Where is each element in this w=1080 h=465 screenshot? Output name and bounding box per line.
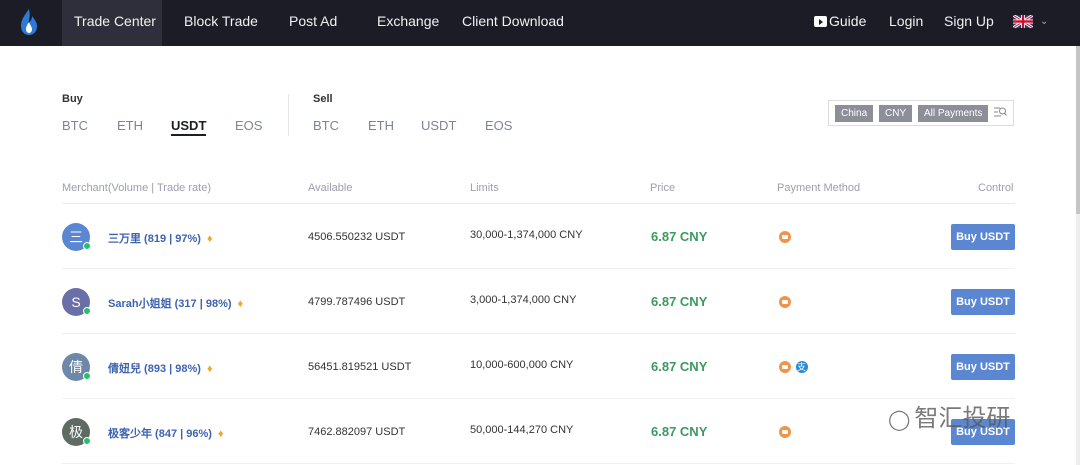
sell-label: Sell	[313, 93, 333, 105]
sell-tab-usdt[interactable]: USDT	[421, 118, 456, 133]
payment-filter-chip[interactable]: All Payments	[918, 105, 989, 122]
header-merchant: Merchant(Volume | Trade rate)	[62, 182, 211, 194]
buy-tab-usdt[interactable]: USDT	[171, 118, 207, 136]
header-control: Control	[978, 182, 1014, 194]
price: 6.87 CNY	[651, 294, 708, 309]
trade-limits: 50,000-144,270 CNY	[470, 424, 574, 436]
watermark-text: 智汇投研	[914, 405, 1011, 432]
merchant-name-text: 倩妞兒 (893 | 98%)	[108, 363, 201, 375]
country-filter-chip[interactable]: China	[835, 105, 874, 122]
nav-post-ad[interactable]: Post Ad	[277, 0, 349, 46]
alipay-icon	[796, 361, 808, 373]
online-status-dot	[83, 372, 91, 380]
diamond-badge-icon: ♦	[206, 363, 213, 375]
nav-trade-center[interactable]: Trade Center	[62, 0, 162, 46]
available-amount: 56451.819521 USDT	[308, 361, 412, 373]
header-price: Price	[650, 182, 676, 194]
header-available: Available	[308, 182, 353, 194]
bank-card-icon	[779, 296, 791, 308]
buy-label: Buy	[62, 93, 83, 105]
merchant-name[interactable]: 极客少年 (847 | 96%) ♦	[108, 425, 224, 441]
buy-usdt-button[interactable]: Buy USDT	[951, 354, 1015, 380]
table-row: S Sarah小姐姐 (317 | 98%) ♦ 4799.787496 USDT 3,…	[62, 269, 1015, 334]
top-nav-bar: Trade Center Block Trade Post Ad Exchang…	[0, 0, 1080, 46]
sell-tab-eos[interactable]: EOS	[485, 118, 512, 133]
trade-limits: 10,000-600,000 CNY	[470, 359, 574, 371]
language-chevron-down-icon[interactable]: ⌄	[1040, 16, 1048, 27]
merchant-name[interactable]: 倩妞兒 (893 | 98%) ♦	[108, 360, 213, 376]
table-row: 倩倩妞兒 (893 | 98%) ♦ 56451.819521 USDT 10,000…	[62, 334, 1015, 399]
buy-usdt-button[interactable]: Buy USDT	[951, 289, 1015, 315]
nav-block-trade[interactable]: Block Trade	[172, 0, 270, 46]
price: 6.87 CNY	[651, 424, 708, 439]
header-payment-method: Payment Method	[777, 182, 861, 194]
flame-logo-icon[interactable]	[20, 8, 38, 36]
trade-limits: 30,000-1,374,000 CNY	[470, 229, 583, 241]
uk-flag-icon[interactable]	[1013, 15, 1033, 28]
buy-tab-eth[interactable]: ETH	[117, 118, 143, 133]
row-divider	[62, 463, 1015, 464]
nav-guide-label: Guide	[829, 13, 867, 29]
play-icon	[814, 16, 827, 27]
online-status-dot	[83, 437, 91, 445]
bank-card-icon	[779, 361, 791, 373]
nav-client-download[interactable]: Client Download	[450, 0, 576, 46]
online-status-dot	[83, 242, 91, 250]
nav-login[interactable]: Login	[889, 0, 923, 46]
trade-limits: 3,000-1,374,000 CNY	[470, 294, 577, 306]
table-row: 极极客少年 (847 | 96%) ♦ 7462.882097 USDT 50,000…	[62, 399, 1015, 464]
nav-guide[interactable]: Guide	[814, 0, 866, 46]
buy-usdt-button[interactable]: Buy USDT	[951, 224, 1015, 250]
online-status-dot	[83, 307, 91, 315]
merchant-name-text: 三万里 (819 | 97%)	[108, 233, 201, 245]
scrollbar-thumb[interactable]	[1076, 46, 1080, 214]
search-icon[interactable]	[993, 106, 1007, 118]
nav-exchange[interactable]: Exchange	[365, 0, 451, 46]
merchant-name[interactable]: Sarah小姐姐 (317 | 98%) ♦	[108, 295, 243, 311]
filter-bar[interactable]: China CNY All Payments	[828, 100, 1014, 126]
price: 6.87 CNY	[651, 229, 708, 244]
table-row: 三三万里 (819 | 97%) ♦ 4506.550232 USDT 30,000-…	[62, 204, 1015, 269]
merchant-name-text: 极客少年 (847 | 96%)	[108, 428, 212, 440]
wechat-icon: ◯	[888, 409, 911, 431]
diamond-badge-icon: ♦	[206, 233, 213, 245]
price: 6.87 CNY	[651, 359, 708, 374]
watermark: ◯ 智汇投研	[888, 398, 1010, 433]
merchant-name[interactable]: 三万里 (819 | 97%) ♦	[108, 230, 213, 246]
nav-sign-up[interactable]: Sign Up	[944, 0, 994, 46]
bank-card-icon	[779, 231, 791, 243]
diamond-badge-icon: ♦	[237, 298, 244, 310]
currency-filter-chip[interactable]: CNY	[879, 105, 913, 122]
sell-tab-btc[interactable]: BTC	[313, 118, 339, 133]
available-amount: 7462.882097 USDT	[308, 426, 406, 438]
diamond-badge-icon: ♦	[217, 428, 224, 440]
buy-tab-eos[interactable]: EOS	[235, 118, 262, 133]
available-amount: 4506.550232 USDT	[308, 231, 406, 243]
buy-sell-divider	[288, 94, 289, 136]
merchant-name-text: Sarah小姐姐 (317 | 98%)	[108, 298, 232, 310]
buy-tab-btc[interactable]: BTC	[62, 118, 88, 133]
bank-card-icon	[779, 426, 791, 438]
available-amount: 4799.787496 USDT	[308, 296, 406, 308]
header-limits: Limits	[470, 182, 499, 194]
sell-tab-eth[interactable]: ETH	[368, 118, 394, 133]
